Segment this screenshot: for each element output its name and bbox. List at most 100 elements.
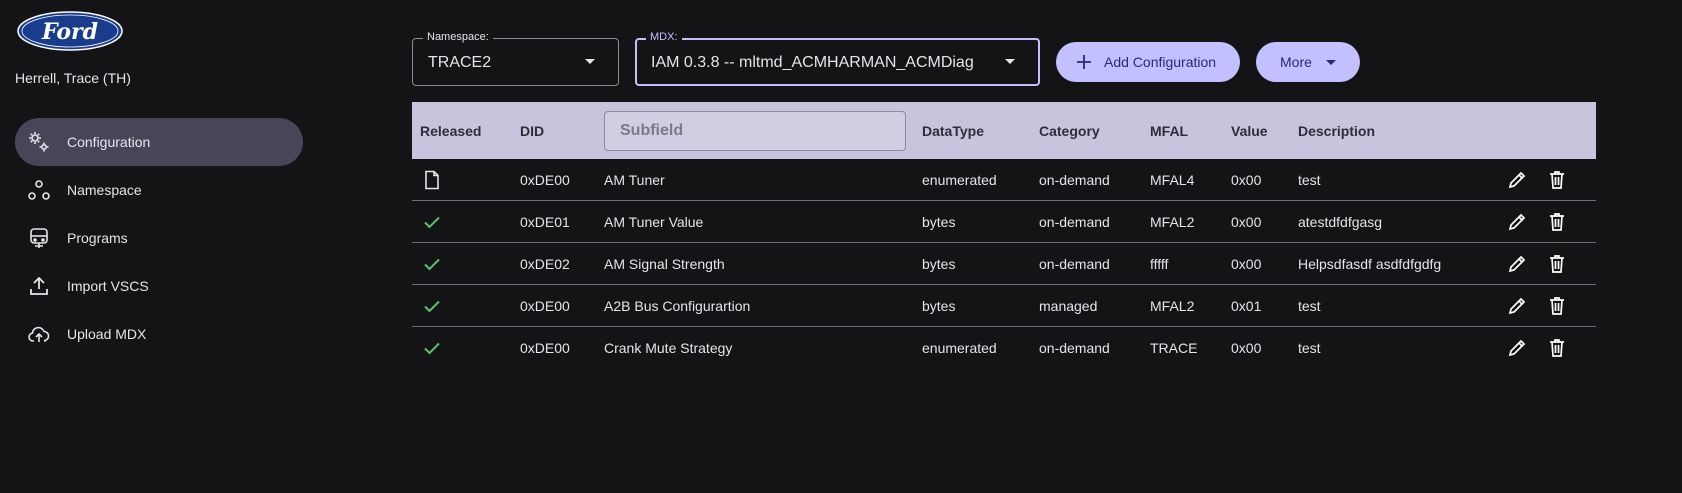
cell-description: test xyxy=(1298,172,1321,188)
check-icon xyxy=(422,212,442,232)
mdx-value: IAM 0.3.8 -- mltmd_ACMHARMAN_ACMDiag xyxy=(651,54,974,71)
cell-mfal: MFAL2 xyxy=(1150,214,1195,230)
add-configuration-button[interactable]: Add Configuration xyxy=(1056,42,1240,82)
chevron-down-icon xyxy=(1005,59,1015,64)
cell-value: 0x00 xyxy=(1231,256,1262,272)
table-row[interactable]: 0xDE01 AM Tuner Value bytes on-demand MFAL2 0… xyxy=(412,201,1596,243)
cell-subfield: Crank Mute Strategy xyxy=(604,340,733,356)
column-header-mfal[interactable]: MFAL xyxy=(1150,123,1188,139)
table-row[interactable]: 0xDE00 A2B Bus Configurartion bytes managed… xyxy=(412,285,1596,327)
cloud-upload-icon xyxy=(27,322,51,346)
cell-description: Helpsdfasdf asdfdfgdfg xyxy=(1298,256,1442,272)
ford-logo[interactable]: Ford xyxy=(16,10,124,52)
delete-icon[interactable] xyxy=(1546,211,1568,233)
delete-icon[interactable] xyxy=(1546,337,1568,359)
cell-did: 0xDE00 xyxy=(520,172,570,188)
namespace-select[interactable]: Namespace: TRACE2 xyxy=(412,31,619,86)
cell-did: 0xDE00 xyxy=(520,340,570,356)
sidebar-nav: Configuration Namespace Programs Import … xyxy=(15,118,303,358)
edit-icon[interactable] xyxy=(1506,295,1528,317)
column-header-description[interactable]: Description xyxy=(1298,123,1375,139)
sidebar-item-label: Configuration xyxy=(67,134,151,150)
logo-text: Ford xyxy=(41,19,98,45)
gears-icon xyxy=(27,130,51,154)
table-row[interactable]: 0xDE02 AM Signal Strength bytes on-demand ff… xyxy=(412,243,1596,285)
cell-did: 0xDE02 xyxy=(520,256,570,272)
column-header-did[interactable]: DID xyxy=(520,123,544,139)
sidebar-item-namespace[interactable]: Namespace xyxy=(15,166,303,214)
cell-value: 0x01 xyxy=(1231,298,1262,314)
cell-mfal: MFAL2 xyxy=(1150,298,1195,314)
cell-datatype: bytes xyxy=(922,214,956,230)
cell-subfield: AM Signal Strength xyxy=(604,256,725,272)
cell-category: on-demand xyxy=(1039,172,1110,188)
table-header: Released DID Subfield DataType Category … xyxy=(412,102,1596,159)
namespace-label: Namespace: xyxy=(423,31,493,43)
check-icon xyxy=(422,338,442,358)
sidebar-item-upload-mdx[interactable]: Upload MDX xyxy=(15,310,303,358)
cell-subfield: AM Tuner xyxy=(604,172,665,188)
cell-description: atestdfdfgasg xyxy=(1298,214,1383,230)
cell-did: 0xDE01 xyxy=(520,214,570,230)
edit-icon[interactable] xyxy=(1506,211,1528,233)
cell-subfield: AM Tuner Value xyxy=(604,214,704,230)
namespace-value: TRACE2 xyxy=(428,54,492,71)
edit-icon[interactable] xyxy=(1506,337,1528,359)
chevron-down-icon xyxy=(1325,59,1336,65)
cell-datatype: enumerated xyxy=(922,172,997,188)
namespace-icon xyxy=(27,178,51,202)
table-row[interactable]: 0xDE00 Crank Mute Strategy enumerated on-de… xyxy=(412,327,1596,369)
cell-subfield: A2B Bus Configurartion xyxy=(604,298,751,314)
more-button[interactable]: More xyxy=(1256,42,1360,82)
column-header-datatype[interactable]: DataType xyxy=(922,123,984,139)
delete-icon[interactable] xyxy=(1546,295,1568,317)
column-header-value[interactable]: Value xyxy=(1231,123,1268,139)
cell-mfal: fffff xyxy=(1150,256,1169,272)
cell-description: test xyxy=(1298,340,1321,356)
cell-category: on-demand xyxy=(1039,340,1110,356)
mdx-select[interactable]: MDX: IAM 0.3.8 -- mltmd_ACMHARMAN_ACMDia… xyxy=(635,31,1040,86)
cell-value: 0x00 xyxy=(1231,172,1262,188)
delete-icon[interactable] xyxy=(1546,169,1568,191)
cell-datatype: enumerated xyxy=(922,340,997,356)
cell-datatype: bytes xyxy=(922,256,956,272)
delete-icon[interactable] xyxy=(1546,253,1568,275)
subfield-filter-input[interactable]: Subfield xyxy=(604,111,906,151)
column-header-released[interactable]: Released xyxy=(420,123,481,139)
sidebar-item-label: Upload MDX xyxy=(67,326,147,342)
mdx-label: MDX: xyxy=(646,31,682,43)
edit-icon[interactable] xyxy=(1506,169,1528,191)
document-icon xyxy=(422,170,442,190)
cell-category: on-demand xyxy=(1039,214,1110,230)
sidebar-item-import-vscs[interactable]: Import VSCS xyxy=(15,262,303,310)
sidebar-item-label: Programs xyxy=(67,230,128,246)
check-icon xyxy=(422,296,442,316)
sidebar-item-label: Namespace xyxy=(67,182,142,198)
chevron-down-icon xyxy=(585,59,595,64)
user-name: Herrell, Trace (TH) xyxy=(15,70,131,86)
cell-description: test xyxy=(1298,298,1321,314)
cell-datatype: bytes xyxy=(922,298,956,314)
cell-did: 0xDE00 xyxy=(520,298,570,314)
plus-icon xyxy=(1077,55,1091,69)
table-row[interactable]: 0xDE00 AM Tuner enumerated on-demand MFAL4 0x… xyxy=(412,159,1596,201)
vehicle-icon xyxy=(27,226,51,250)
more-label: More xyxy=(1280,54,1312,70)
column-header-category[interactable]: Category xyxy=(1039,123,1100,139)
add-configuration-label: Add Configuration xyxy=(1104,54,1217,70)
sidebar-item-label: Import VSCS xyxy=(67,278,149,294)
cell-category: managed xyxy=(1039,298,1098,314)
upload-icon xyxy=(27,274,51,298)
cell-value: 0x00 xyxy=(1231,340,1262,356)
cell-value: 0x00 xyxy=(1231,214,1262,230)
cell-mfal: TRACE xyxy=(1150,340,1198,356)
configuration-table: Released DID Subfield DataType Category … xyxy=(412,102,1596,369)
sidebar-item-programs[interactable]: Programs xyxy=(15,214,303,262)
sidebar-item-configuration[interactable]: Configuration xyxy=(15,118,303,166)
cell-mfal: MFAL4 xyxy=(1150,172,1195,188)
check-icon xyxy=(422,254,442,274)
table-body: 0xDE00 AM Tuner enumerated on-demand MFAL4 0x… xyxy=(412,159,1596,369)
cell-category: on-demand xyxy=(1039,256,1110,272)
edit-icon[interactable] xyxy=(1506,253,1528,275)
sidebar: Ford Herrell, Trace (TH) Configuration N… xyxy=(0,0,320,493)
